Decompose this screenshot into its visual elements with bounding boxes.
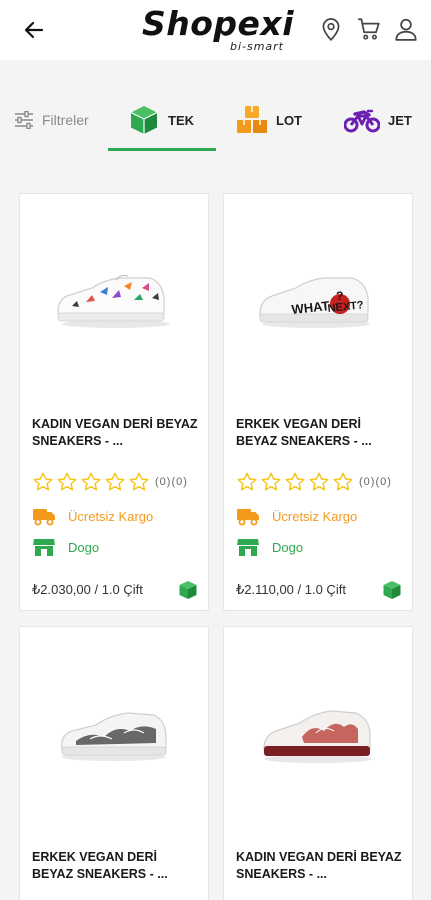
star-outline-icon (57, 472, 77, 491)
star-outline-icon (309, 472, 329, 491)
product-title: ERKEK VEGAN DERİ BEYAZ SNEAKERS - ... (32, 850, 168, 881)
user-icon[interactable] (393, 16, 419, 42)
star-outline-icon (33, 472, 53, 491)
rating-stars: (0)(0) (32, 471, 188, 493)
star-outline-icon (285, 472, 305, 491)
store-icon (33, 539, 55, 556)
product-image (57, 275, 170, 328)
product-price: ₺2.110,00 / 1.0 Çift (236, 582, 346, 597)
star-outline-icon (81, 472, 101, 491)
logo-tagline: bi-smart (229, 40, 284, 53)
filters-button[interactable]: Filtreler (14, 110, 89, 130)
tab-tek[interactable]: TEK (128, 100, 194, 140)
store-icon (237, 539, 259, 556)
free-shipping-badge: Ücretsiz Kargo (32, 506, 153, 526)
truck-icon (237, 509, 259, 526)
cart-icon[interactable] (356, 16, 382, 42)
product-image: WHAT NEXT? ? (259, 277, 370, 328)
shipping-text: Ücretsiz Kargo (272, 508, 358, 524)
motorcycle-icon (344, 109, 380, 133)
star-outline-icon (129, 472, 149, 491)
tab-lot-label: LOT (276, 112, 302, 128)
product-price: ₺2.030,00 / 1.0 Çift (32, 582, 143, 597)
cube-icon (179, 581, 197, 599)
sliders-icon (15, 111, 33, 129)
rating-stars: (0)(0) (236, 471, 392, 493)
store-link[interactable]: Dogo (236, 537, 303, 557)
star-outline-icon (237, 472, 257, 491)
logo-text: Shopexi (142, 4, 295, 43)
location-pin-icon[interactable] (318, 16, 344, 42)
product-title: KADIN VEGAN DERİ BEYAZ SNEAKERS - ... (32, 417, 198, 448)
boxes-icon (237, 106, 267, 133)
active-tab-indicator (108, 148, 216, 151)
tab-tek-label: TEK (168, 112, 194, 128)
rating-count: (0)(0) (359, 476, 392, 488)
svg-text:?: ? (336, 289, 343, 303)
star-outline-icon (261, 472, 281, 491)
app-header: Shopexi bi-smart (0, 0, 431, 60)
shopexi-logo[interactable]: Shopexi bi-smart (142, 2, 295, 56)
category-tab-bar: Filtreler TEK LOT JET (0, 86, 431, 152)
product-card[interactable]: KADIN VEGAN DERİ BEYAZ SNEAKERS - ... (0… (19, 193, 209, 611)
tab-jet-label: JET (388, 112, 412, 128)
product-image (61, 712, 167, 761)
star-outline-icon (105, 472, 125, 491)
product-card[interactable]: WHAT NEXT? ? ERKEK VEGAN DERİ BEYAZ SNEA… (223, 193, 413, 611)
filters-label: Filtreler (42, 112, 89, 128)
tab-jet[interactable]: JET (344, 100, 412, 140)
back-arrow-icon[interactable] (22, 18, 46, 42)
product-card[interactable]: ERKEK VEGAN DERİ BEYAZ SNEAKERS - ... (19, 626, 209, 900)
tab-lot[interactable]: LOT (236, 100, 302, 140)
product-title: ERKEK VEGAN DERİ BEYAZ SNEAKERS - ... (236, 417, 372, 448)
product-card[interactable]: KADIN VEGAN DERİ BEYAZ SNEAKERS - ... (223, 626, 413, 900)
star-outline-icon (333, 472, 353, 491)
free-shipping-badge: Ücretsiz Kargo (236, 506, 357, 526)
cube-icon (130, 106, 158, 134)
product-image (263, 710, 372, 763)
cube-icon (383, 581, 401, 599)
shipping-text: Ücretsiz Kargo (68, 508, 154, 524)
store-link[interactable]: Dogo (32, 537, 99, 557)
truck-icon (33, 509, 55, 526)
product-title: KADIN VEGAN DERİ BEYAZ SNEAKERS - ... (236, 850, 402, 881)
rating-count: (0)(0) (155, 476, 188, 488)
store-name: Dogo (272, 539, 304, 555)
store-name: Dogo (68, 539, 100, 555)
